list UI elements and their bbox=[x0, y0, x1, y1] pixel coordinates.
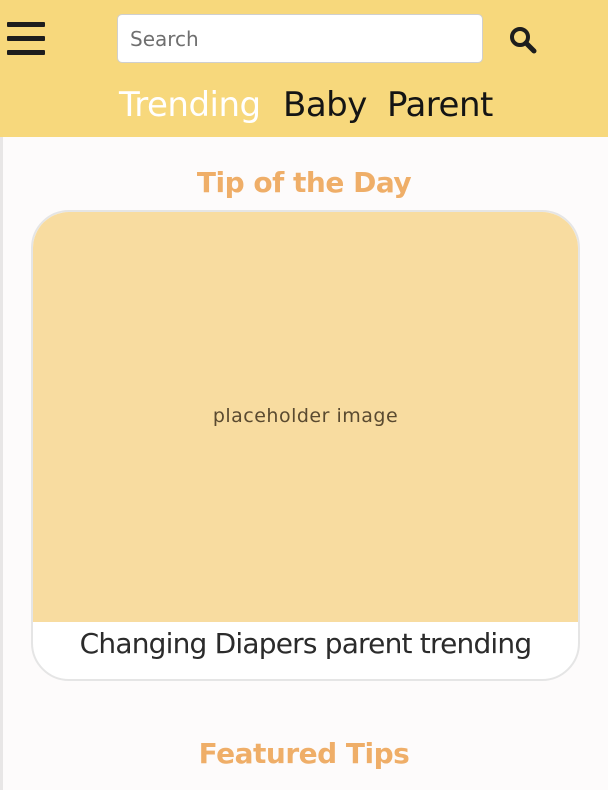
search-input[interactable] bbox=[117, 14, 483, 63]
hamburger-menu-icon[interactable] bbox=[7, 22, 45, 56]
featured-tips-heading: Featured Tips bbox=[198, 737, 410, 770]
search-button[interactable] bbox=[505, 22, 541, 58]
content-edge-divider bbox=[0, 137, 3, 790]
magnifying-glass-icon bbox=[510, 27, 537, 54]
tab-trending[interactable]: Trending bbox=[119, 78, 261, 132]
tip-card[interactable]: placeholder image Changing Diapers paren… bbox=[31, 210, 580, 681]
top-header: Trending Baby Parent bbox=[0, 0, 608, 137]
tip-of-the-day-heading: Tip of the Day bbox=[196, 166, 412, 199]
tip-card-caption: Changing Diapers parent trending bbox=[79, 627, 532, 660]
image-placeholder-label: placeholder image bbox=[212, 405, 399, 427]
tab-baby[interactable]: Baby bbox=[283, 78, 367, 132]
category-tabs: Trending Baby Parent bbox=[0, 78, 608, 132]
tab-parent[interactable]: Parent bbox=[387, 78, 493, 132]
placeholder-image: placeholder image bbox=[33, 212, 578, 622]
